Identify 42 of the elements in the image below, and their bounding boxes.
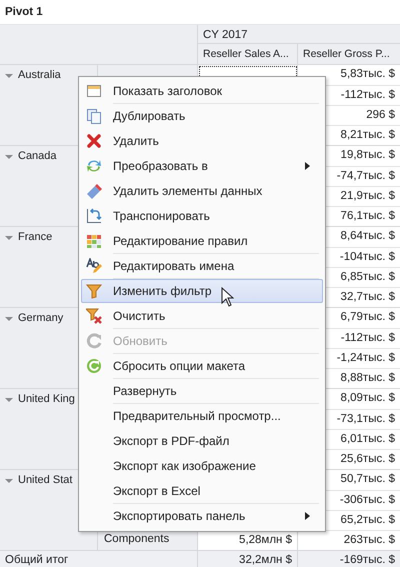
value-cell-text: 6,79тыс. $: [340, 310, 396, 325]
convert-icon: [86, 158, 102, 174]
reset-icon: [86, 358, 102, 374]
country-label: United King: [18, 393, 75, 405]
row-header-cell: Components: [98, 530, 198, 550]
country-label: United Stat: [18, 474, 72, 486]
value-cell-text: 19,8тыс. $: [340, 148, 396, 163]
rename-icon: [86, 258, 102, 274]
country-label: France: [18, 231, 52, 243]
clear-filter-icon: [86, 308, 102, 324]
expander-icon[interactable]: [5, 396, 13, 404]
column-header[interactable]: CY 2017: [198, 25, 400, 44]
refresh-icon: [86, 333, 102, 349]
column-header[interactable]: Reseller Sales A...: [198, 44, 298, 64]
transpose-icon: [86, 208, 102, 224]
value-cell-text: 8,09тыс. $: [340, 391, 396, 406]
column-header[interactable]: Reseller Gross P...: [298, 44, 400, 64]
delete-icon: [86, 133, 102, 149]
panel-title: Pivot 1: [5, 6, 43, 18]
cursor-icon: [221, 287, 234, 307]
menu-item[interactable]: Изменить фильтр: [81, 279, 323, 303]
submenu-arrow-icon: [305, 512, 310, 520]
submenu-arrow-icon: [305, 162, 310, 170]
value-cell-text: 8,64тыс. $: [340, 229, 396, 244]
expander-icon[interactable]: [5, 234, 13, 242]
grand-total-label: Общий итог: [5, 554, 68, 566]
eraser-icon: [86, 183, 102, 199]
country-label: Germany: [18, 312, 64, 324]
value-cell-text: 50,7тыс. $: [340, 472, 396, 487]
country-label: Canada: [18, 150, 57, 162]
expander-icon[interactable]: [5, 315, 13, 323]
window-icon: [86, 83, 102, 99]
copy-icon: [86, 108, 102, 124]
grid-icon: [86, 233, 102, 249]
expander-icon[interactable]: [5, 477, 13, 485]
total-cell: 32,2млн $: [239, 554, 292, 566]
country-label: Australia: [18, 69, 61, 81]
total-cell: -169тыс. $: [340, 554, 395, 566]
expander-icon[interactable]: [5, 153, 13, 161]
value-cell-text: 5,83тыс. $: [340, 67, 396, 82]
filter-icon: [86, 283, 102, 299]
expander-icon[interactable]: [5, 72, 13, 80]
